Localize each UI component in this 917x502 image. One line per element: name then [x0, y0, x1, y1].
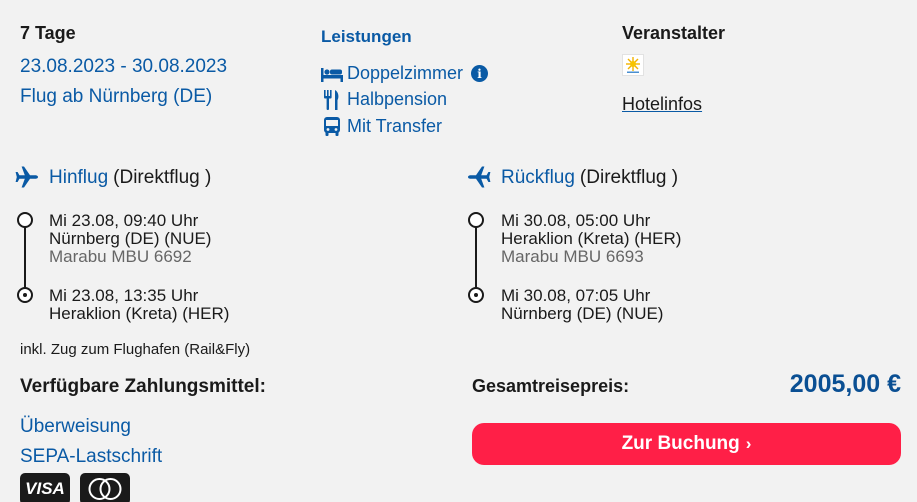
return-flight-header: Rückflug (Direktflug ): [467, 166, 678, 190]
airplane-icon: [15, 166, 41, 190]
arrival-marker: [17, 287, 33, 303]
total-price-label: Gesamtreisepreis:: [472, 376, 630, 396]
book-button-label: Zur Buchung: [621, 433, 740, 454]
outbound-timeline: [17, 212, 33, 304]
service-transfer-label: Mit Transfer: [347, 116, 443, 136]
outbound-flight-header: Hinflug (Direktflug ): [15, 166, 211, 190]
departure-airport-info: Flug ab Nürnberg (DE): [20, 86, 213, 107]
payment-methods-title: Verfügbare Zahlungsmittel:: [20, 376, 266, 397]
departure-airport: Nürnberg (DE) (NUE): [49, 229, 212, 248]
arrival-marker: [468, 287, 484, 303]
return-flight-type: (Direktflug ): [579, 167, 679, 188]
outbound-departure: Mi 23.08, 09:40 Uhr Nürnberg (DE) (NUE) …: [49, 212, 211, 266]
arrival-time: Mi 23.08, 13:35 Uhr: [49, 286, 199, 305]
payment-bank-transfer[interactable]: Überweisung: [20, 416, 131, 438]
bus-icon: [321, 116, 343, 137]
service-board: Halbpension: [321, 89, 447, 110]
trip-duration: 7 Tage: [20, 23, 76, 43]
departure-marker: [17, 212, 33, 228]
payment-sepa-debit[interactable]: SEPA-Lastschrift: [20, 446, 162, 468]
service-board-label: Halbpension: [347, 89, 448, 109]
return-flight-link[interactable]: Rückflug: [501, 167, 575, 189]
outbound-flight-type: (Direktflug ): [113, 167, 212, 188]
arrival-airport: Nürnberg (DE) (NUE): [501, 304, 664, 323]
service-transfer: Mit Transfer: [321, 116, 442, 137]
service-room: Doppelzimmer i: [321, 63, 489, 84]
cutlery-icon: [321, 89, 343, 110]
bed-icon: [321, 64, 343, 84]
return-departure: Mi 30.08, 05:00 Uhr Heraklion (Kreta) (H…: [501, 212, 681, 266]
total-price-value: 2005,00 €: [789, 370, 901, 398]
hotelinfos-link[interactable]: Hotelinfos: [622, 94, 702, 115]
outbound-arrival: Mi 23.08, 13:35 Uhr Heraklion (Kreta) (H…: [49, 287, 229, 323]
info-icon[interactable]: i: [471, 65, 489, 82]
flight-number: Marabu MBU 6692: [49, 247, 192, 266]
return-arrival: Mi 30.08, 07:05 Uhr Nürnberg (DE) (NUE): [501, 287, 663, 323]
outbound-flight-link[interactable]: Hinflug: [49, 167, 108, 189]
trip-dates: 23.08.2023 - 30.08.2023: [20, 56, 228, 77]
airplane-icon: [467, 166, 493, 190]
departure-time: Mi 23.08, 09:40 Uhr: [49, 211, 199, 230]
organizer-title: Veranstalter: [622, 23, 726, 43]
departure-airport: Heraklion (Kreta) (HER): [501, 229, 682, 248]
chevron-right-icon: ›: [745, 434, 752, 453]
visa-logo: VISA: [20, 473, 70, 502]
flight-number: Marabu MBU 6693: [501, 247, 644, 266]
rail-and-fly-note: inkl. Zug zum Flughafen (Rail&Fly): [20, 341, 251, 358]
departure-time: Mi 30.08, 05:00 Uhr: [501, 211, 651, 230]
arrival-time: Mi 30.08, 07:05 Uhr: [501, 286, 651, 305]
arrival-airport: Heraklion (Kreta) (HER): [49, 304, 230, 323]
service-room-label: Doppelzimmer: [347, 63, 464, 83]
mastercard-logo: [80, 473, 130, 502]
services-title: Leistungen: [321, 27, 412, 46]
departure-marker: [468, 212, 484, 228]
book-button[interactable]: Zur Buchung ›: [472, 423, 901, 465]
return-timeline: [468, 212, 484, 304]
organizer-logo: [622, 54, 644, 76]
